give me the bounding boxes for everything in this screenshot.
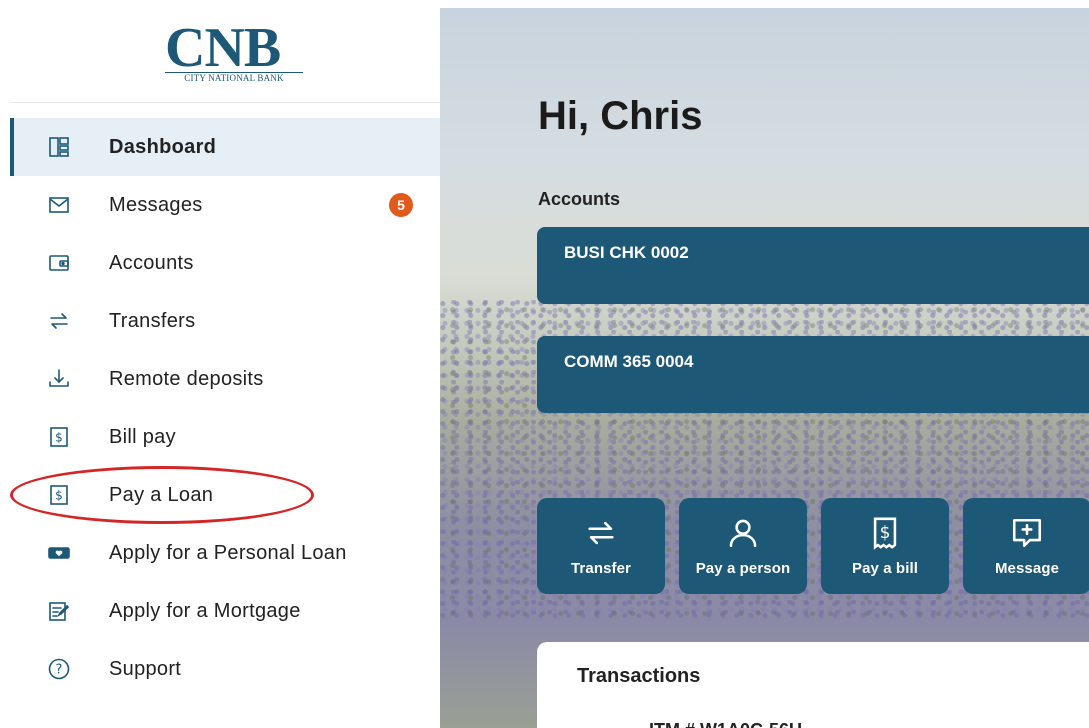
top-strip <box>440 0 1089 8</box>
sidebar-item-label: Support <box>109 657 182 680</box>
wallet-icon <box>46 250 72 276</box>
transfer-button[interactable]: Transfer <box>537 498 665 594</box>
sidebar: CNB CITY NATIONAL BANK Dashboard Message… <box>0 0 440 728</box>
svg-text:$: $ <box>55 431 63 445</box>
envelope-icon <box>46 192 72 218</box>
greeting-title: Hi, Chris <box>538 94 703 138</box>
pay-a-bill-button[interactable]: $ Pay a bill <box>821 498 949 594</box>
dollar-receipt-icon: $ <box>46 424 72 450</box>
dollar-receipt-icon: $ <box>46 482 72 508</box>
download-tray-icon <box>46 366 72 392</box>
sidebar-item-bill-pay[interactable]: $ Bill pay <box>10 408 440 466</box>
sidebar-nav: Dashboard Messages 5 Accounts Transfers … <box>10 118 440 698</box>
logo-area: CNB CITY NATIONAL BANK <box>10 0 440 103</box>
svg-text:$: $ <box>55 489 63 503</box>
logo-wordmark: CNB <box>165 17 281 79</box>
app-window: CNB CITY NATIONAL BANK Dashboard Message… <box>0 0 1089 728</box>
transactions-panel: Transactions ITM # W1A0C-56U <box>537 642 1089 728</box>
sidebar-item-apply-mortgage[interactable]: Apply for a Mortgage <box>10 582 440 640</box>
pay-a-bill-label: Pay a bill <box>851 560 919 577</box>
transfer-arrows-icon <box>46 308 72 334</box>
sidebar-item-label: Accounts <box>109 251 194 274</box>
transfer-arrows-icon <box>583 515 619 551</box>
pay-a-person-label: Pay a person <box>695 560 791 577</box>
accounts-heading: Accounts <box>538 189 621 209</box>
cnb-logo[interactable]: CNB CITY NATIONAL BANK <box>155 18 307 86</box>
message-label: Message <box>994 560 1060 577</box>
logo-subtitle: CITY NATIONAL BANK <box>165 72 303 84</box>
sidebar-item-label: Transfers <box>109 309 196 332</box>
question-circle-icon: ? <box>46 656 72 682</box>
sidebar-item-accounts[interactable]: Accounts <box>10 234 440 292</box>
transfer-label: Transfer <box>571 560 631 577</box>
transaction-row-peek[interactable]: ITM # W1A0C-56U <box>649 720 802 728</box>
person-icon <box>725 515 761 551</box>
transactions-title: Transactions <box>577 665 701 687</box>
sidebar-item-remote-deposits[interactable]: Remote deposits <box>10 350 440 408</box>
money-bill-icon <box>46 540 72 566</box>
svg-text:$: $ <box>880 523 891 543</box>
account-card[interactable]: BUSI CHK 0002 <box>537 227 1089 304</box>
dollar-receipt-icon: $ <box>867 515 903 551</box>
sidebar-item-support[interactable]: ? Support <box>10 640 440 698</box>
dashboard-main: Hi, Chris Accounts BUSI CHK 0002 COMM 36… <box>440 0 1089 728</box>
pay-a-person-button[interactable]: Pay a person <box>679 498 807 594</box>
sidebar-item-label: Remote deposits <box>109 367 264 390</box>
form-edit-icon <box>46 598 72 624</box>
sidebar-item-label: Apply for a Mortgage <box>109 599 301 622</box>
dashboard-icon <box>46 134 72 160</box>
svg-text:?: ? <box>56 663 63 678</box>
account-name: BUSI CHK 0002 <box>564 243 689 262</box>
sidebar-item-transfers[interactable]: Transfers <box>10 292 440 350</box>
account-name: COMM 365 0004 <box>564 352 694 371</box>
account-card[interactable]: COMM 365 0004 <box>537 336 1089 413</box>
sidebar-item-label: Messages <box>109 193 203 216</box>
sidebar-item-label: Bill pay <box>109 425 176 448</box>
sidebar-item-pay-a-loan[interactable]: $ Pay a Loan <box>10 466 440 524</box>
message-plus-icon <box>1009 515 1045 551</box>
sidebar-item-apply-personal-loan[interactable]: Apply for a Personal Loan <box>10 524 440 582</box>
sidebar-item-dashboard[interactable]: Dashboard <box>10 118 440 176</box>
sidebar-item-label: Dashboard <box>109 135 217 158</box>
sidebar-item-label: Apply for a Personal Loan <box>109 541 347 564</box>
message-button[interactable]: Message <box>963 498 1089 594</box>
unread-count-badge: 5 <box>389 193 413 217</box>
sidebar-item-messages[interactable]: Messages 5 <box>10 176 440 234</box>
sidebar-item-label: Pay a Loan <box>109 483 214 506</box>
